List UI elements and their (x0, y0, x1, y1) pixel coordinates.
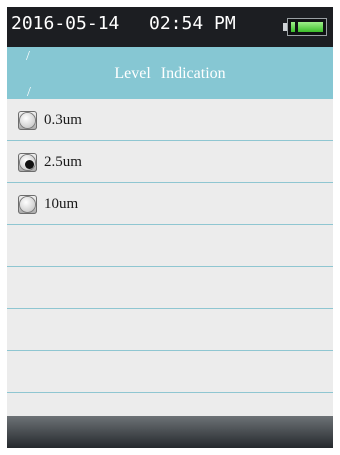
option-row-10um[interactable]: 10um (7, 183, 333, 225)
empty-row (7, 225, 333, 267)
device-screen: 2016-05-14 02:54 PM / / Level Indication … (7, 7, 333, 448)
option-label: 10um (44, 196, 79, 212)
empty-row (7, 309, 333, 351)
bottom-bar (7, 416, 333, 448)
option-row-0-3um[interactable]: 0.3um (7, 99, 333, 141)
radio-button-selected[interactable] (18, 153, 37, 172)
battery-icon (283, 18, 329, 36)
status-time: 02:54 PM (149, 13, 236, 34)
option-list: 0.3um 2.5um 10um (7, 99, 333, 393)
option-label: 0.3um (44, 112, 82, 128)
status-date: 2016-05-14 (11, 13, 120, 34)
page-title: Level Indication (7, 65, 333, 83)
option-row-2-5um[interactable]: 2.5um (7, 141, 333, 183)
corner-mark-icon: / (26, 49, 30, 64)
page-title-word-1: Level (114, 65, 151, 82)
empty-row (7, 267, 333, 309)
radio-button[interactable] (18, 195, 37, 214)
radio-button[interactable] (18, 111, 37, 130)
status-bar: 2016-05-14 02:54 PM (7, 7, 333, 47)
option-label: 2.5um (44, 154, 82, 170)
empty-row (7, 351, 333, 393)
radio-dot-icon (25, 160, 34, 169)
title-bar: / / Level Indication (7, 47, 333, 100)
page-title-word-2: Indication (160, 65, 226, 82)
